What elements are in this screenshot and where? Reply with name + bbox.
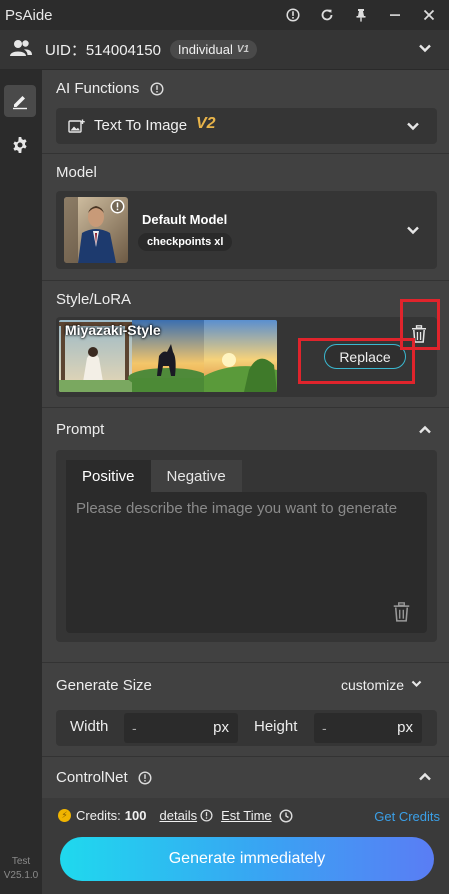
chevron-down-icon	[405, 118, 421, 137]
version-env: Test	[11, 856, 31, 867]
controlnet-title: ControlNet	[56, 769, 152, 786]
chevron-up-icon[interactable]	[417, 422, 433, 441]
chevron-up-icon[interactable]	[417, 769, 433, 788]
chevron-down-icon[interactable]	[417, 40, 433, 59]
users-icon	[9, 38, 33, 61]
lora-name: Miyazaki-Style	[65, 322, 161, 338]
details-link[interactable]: details	[160, 808, 198, 823]
footer: ⚡ Credits: 100 details Est Time Get Cred…	[42, 798, 449, 894]
lora-card: Miyazaki-Style Replace	[56, 317, 437, 397]
width-unit: px	[213, 719, 229, 736]
info-icon[interactable]	[138, 771, 152, 785]
close-icon[interactable]	[419, 5, 439, 25]
refresh-icon[interactable]	[317, 5, 337, 25]
main-panel: AI Functions Text To Image V2 Model Defa…	[42, 70, 449, 894]
get-credits-link[interactable]: Get Credits	[374, 809, 440, 824]
chevron-down-icon	[410, 677, 423, 693]
width-input[interactable]	[132, 717, 202, 739]
image-icon	[68, 119, 85, 137]
size-inputs-row: Width px Height px	[56, 710, 437, 746]
info-icon[interactable]	[110, 199, 125, 217]
title-bar: PsAide	[0, 0, 449, 30]
height-input[interactable]	[322, 717, 392, 739]
trash-icon[interactable]	[411, 325, 427, 346]
version-info: Test V25.1.0	[0, 855, 42, 883]
height-label: Height	[254, 718, 298, 735]
controlnet-label: ControlNet	[56, 769, 128, 786]
ai-functions-label: AI Functions	[56, 80, 140, 97]
edit-icon[interactable]	[4, 85, 36, 117]
width-field: px	[124, 713, 238, 743]
trash-icon[interactable]	[392, 602, 411, 625]
model-title: Model	[56, 164, 97, 181]
prompt-text-area	[66, 492, 427, 633]
credits-value: 100	[124, 808, 147, 823]
info-icon[interactable]	[200, 809, 213, 822]
est-time-link[interactable]: Est Time	[221, 808, 272, 823]
width-label: Width	[70, 718, 109, 735]
lora-title: Style/LoRA	[56, 291, 132, 308]
pin-icon[interactable]	[351, 5, 371, 25]
ai-functions-section: AI Functions Text To Image V2	[42, 70, 449, 154]
sidebar: Test V25.1.0	[0, 70, 42, 894]
info-icon[interactable]	[150, 82, 164, 96]
coin-icon: ⚡	[58, 809, 71, 822]
prompt-input[interactable]	[76, 498, 417, 598]
plan-badge: Individual V1	[169, 40, 258, 59]
model-tag: checkpoints xl	[138, 233, 233, 251]
replace-button[interactable]: Replace	[324, 344, 406, 369]
ai-function-version: V2	[196, 115, 216, 132]
tab-positive[interactable]: Positive	[66, 460, 151, 492]
model-section: Model Default Model checkpoints xl	[42, 154, 449, 281]
model-select[interactable]: Default Model checkpoints xl	[56, 191, 437, 269]
credits-row: ⚡ Credits: 100 details Est Time	[58, 808, 293, 823]
ai-functions-title: AI Functions	[56, 80, 164, 97]
gear-icon[interactable]	[4, 129, 36, 161]
chevron-down-icon	[405, 222, 421, 241]
ai-function-value: Text To Image	[94, 117, 188, 134]
credits-label: Credits:	[76, 808, 121, 823]
prompt-title: Prompt	[56, 421, 105, 438]
user-bar: UID：514004150 Individual V1	[0, 30, 449, 70]
plan-name: Individual	[177, 42, 233, 57]
prompt-panel: Positive Negative	[56, 450, 437, 642]
size-mode-select[interactable]: customize	[341, 677, 423, 693]
model-name: Default Model	[142, 212, 228, 227]
ai-function-select[interactable]: Text To Image V2	[56, 108, 437, 144]
generate-button[interactable]: Generate immediately	[60, 837, 434, 881]
generate-size-title: Generate Size	[56, 677, 152, 694]
controlnet-section: ControlNet	[42, 757, 449, 798]
minimize-icon[interactable]	[385, 5, 405, 25]
version-number: V25.1.0	[3, 870, 39, 881]
info-icon[interactable]	[283, 5, 303, 25]
plan-version: V1	[236, 44, 250, 55]
tab-negative[interactable]: Negative	[150, 460, 242, 492]
app-title: PsAide	[5, 6, 53, 24]
prompt-tabs: Positive Negative	[66, 460, 242, 492]
clock-icon[interactable]	[279, 808, 293, 823]
height-unit: px	[397, 719, 413, 736]
size-mode-value: customize	[341, 677, 405, 693]
height-field: px	[314, 713, 422, 743]
user-id: UID：514004150	[45, 42, 161, 59]
